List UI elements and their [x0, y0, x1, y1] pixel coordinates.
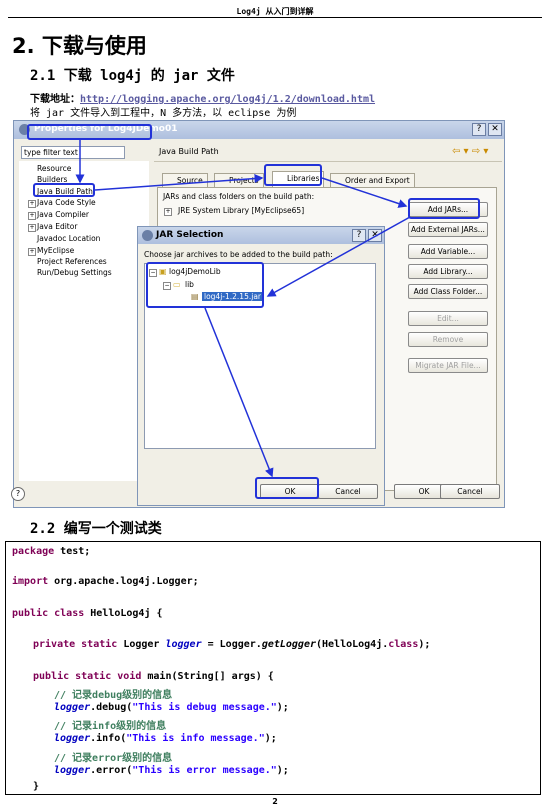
code-line: package test;	[12, 546, 90, 557]
string: "This is info message."	[126, 733, 265, 744]
keyword: import	[12, 576, 49, 587]
arrow	[321, 177, 408, 208]
code-line: public class HelloLog4j {	[12, 608, 163, 619]
code-comment: // 记录info级别的信息	[54, 721, 167, 732]
code-text: .error(	[90, 765, 133, 776]
code-text: main(String[] args) {	[141, 671, 274, 682]
code-block: package test; import org.apache.log4j.Lo…	[5, 541, 541, 795]
code-text: org.apache.log4j.Logger;	[48, 576, 199, 587]
code-line: logger.debug("This is debug message.");	[54, 702, 289, 713]
code-text: .info(	[90, 733, 127, 744]
arrow	[266, 216, 411, 297]
code-line: public static void main(String[] args) {	[33, 671, 274, 682]
field: logger	[165, 639, 202, 650]
field: logger	[54, 702, 91, 713]
keyword: class	[388, 639, 419, 650]
keyword: public class	[12, 608, 85, 619]
code-text: = Logger.	[201, 639, 262, 650]
method: getLogger	[261, 639, 316, 650]
code-text: HelloLog4j {	[84, 608, 163, 619]
code-line: import org.apache.log4j.Logger;	[12, 576, 199, 587]
code-text: );	[276, 765, 289, 776]
code-line: logger.error("This is error message.");	[54, 765, 289, 776]
code-line: private static Logger logger = Logger.ge…	[33, 639, 430, 650]
code-text: Logger	[117, 639, 166, 650]
string: "This is error message."	[132, 765, 277, 776]
arrow	[204, 307, 274, 478]
keyword: package	[12, 546, 55, 557]
string: "This is debug message."	[132, 702, 277, 713]
arrow	[94, 174, 264, 191]
page-number: 2	[272, 797, 278, 806]
code-line: logger.info("This is info message.");	[54, 733, 277, 744]
code-comment: // 记录debug级别的信息	[54, 690, 173, 701]
keyword: public static void	[33, 671, 142, 682]
field: logger	[54, 733, 91, 744]
code-line: }	[33, 781, 40, 792]
code-text: );	[418, 639, 431, 650]
code-text: (HelloLog4j.	[316, 639, 389, 650]
code-comment: // 记录error级别的信息	[54, 753, 173, 764]
keyword: private static	[33, 639, 118, 650]
code-text: );	[264, 733, 277, 744]
code-text: );	[276, 702, 289, 713]
code-text: test;	[54, 546, 91, 557]
field: logger	[54, 765, 91, 776]
subsection-heading-test-class: 2.2 编写一个测试类	[30, 521, 162, 537]
code-text: .debug(	[90, 702, 133, 713]
